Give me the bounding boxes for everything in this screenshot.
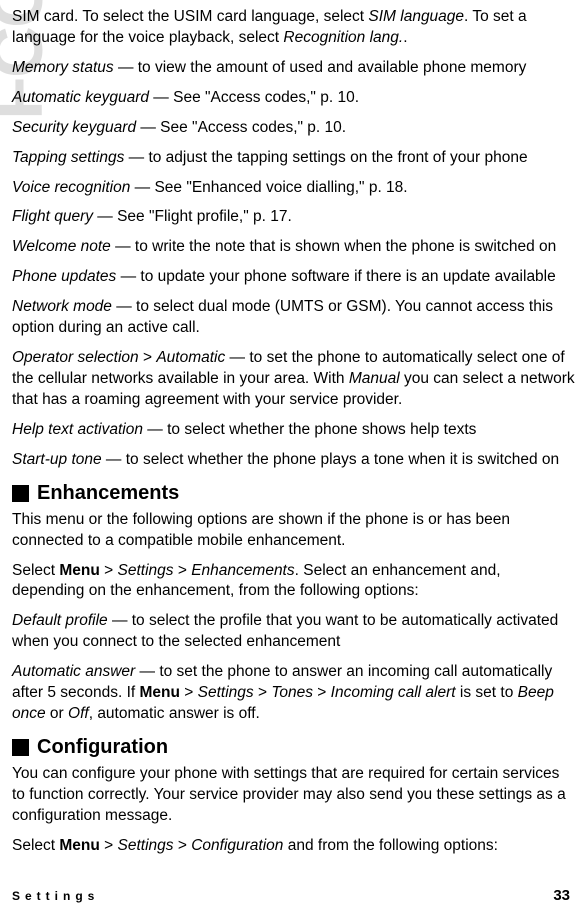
menu-path: Menu — [59, 837, 99, 854]
text: > — [254, 684, 272, 701]
square-marker-icon — [12, 485, 29, 502]
term: Security keyguard — [12, 119, 136, 136]
paragraph: This menu or the following options are s… — [12, 510, 576, 552]
text: > — [174, 562, 192, 579]
text: — See "Access codes," p. 10. — [136, 119, 346, 136]
section-heading-enhancements: Enhancements — [12, 480, 576, 507]
text: — See "Flight profile," p. 17. — [93, 208, 292, 225]
term: Manual — [349, 370, 400, 387]
text: — to write the note that is shown when t… — [111, 238, 556, 255]
term: Start-up tone — [12, 451, 102, 468]
paragraph: Tapping settings — to adjust the tapping… — [12, 148, 576, 169]
square-marker-icon — [12, 739, 29, 756]
text: > — [180, 684, 198, 701]
text: > — [174, 837, 192, 854]
page-footer: Settings 33 — [12, 886, 570, 906]
footer-section-label: Settings — [12, 888, 99, 904]
menu-path: Enhancements — [191, 562, 294, 579]
paragraph: You can configure your phone with settin… — [12, 764, 576, 827]
text: — See "Enhanced voice dialling," p. 18. — [130, 179, 407, 196]
text: — to select whether the phone plays a to… — [102, 451, 560, 468]
term: Welcome note — [12, 238, 111, 255]
paragraph: Select Menu > Settings > Enhancements. S… — [12, 561, 576, 603]
footer-page-number: 33 — [553, 886, 570, 906]
text: is set to — [456, 684, 518, 701]
text: — to select whether the phone shows help… — [143, 421, 476, 438]
paragraph: Operator selection > Automatic — to set … — [12, 348, 576, 411]
text: SIM card. To select the USIM card langua… — [12, 8, 368, 25]
text: > — [139, 349, 157, 366]
term: Network mode — [12, 298, 112, 315]
paragraph: Select Menu > Settings > Configuration a… — [12, 836, 576, 857]
paragraph: Help text activation — to select whether… — [12, 420, 576, 441]
paragraph: Start-up tone — to select whether the ph… — [12, 450, 576, 471]
term: Help text activation — [12, 421, 143, 438]
text: — to view the amount of used and availab… — [114, 59, 527, 76]
text: > — [100, 837, 118, 854]
paragraph: Welcome note — to write the note that is… — [12, 237, 576, 258]
paragraph: Voice recognition — See "Enhanced voice … — [12, 178, 576, 199]
paragraph: Default profile — to select the profile … — [12, 611, 576, 653]
menu-path: Incoming call alert — [331, 684, 456, 701]
text: Select — [12, 837, 59, 854]
section-heading-configuration: Configuration — [12, 734, 576, 761]
term: Automatic answer — [12, 663, 135, 680]
paragraph: Phone updates — to update your phone sof… — [12, 267, 576, 288]
text: . — [403, 29, 407, 46]
term: Off — [68, 705, 89, 722]
paragraph: Automatic keyguard — See "Access codes,"… — [12, 88, 576, 109]
heading-text: Enhancements — [37, 480, 179, 507]
menu-path: Configuration — [191, 837, 283, 854]
paragraph: Flight query — See "Flight profile," p. … — [12, 207, 576, 228]
term: SIM language — [368, 8, 464, 25]
menu-path: Settings — [198, 684, 254, 701]
page-content: SIM card. To select the USIM card langua… — [12, 7, 576, 857]
paragraph: SIM card. To select the USIM card langua… — [12, 7, 576, 49]
heading-text: Configuration — [37, 734, 168, 761]
term: Recognition lang. — [283, 29, 403, 46]
text: — to adjust the tapping settings on the … — [124, 149, 527, 166]
text: or — [46, 705, 68, 722]
paragraph: Memory status — to view the amount of us… — [12, 58, 576, 79]
text: — See "Access codes," p. 10. — [149, 89, 359, 106]
menu-path: Tones — [271, 684, 313, 701]
term: Phone updates — [12, 268, 116, 285]
term: Operator selection — [12, 349, 139, 366]
text: Select — [12, 562, 59, 579]
paragraph: Network mode — to select dual mode (UMTS… — [12, 297, 576, 339]
text: — to update your phone software if there… — [116, 268, 555, 285]
term: Automatic — [156, 349, 225, 366]
menu-path: Settings — [118, 837, 174, 854]
menu-path: Menu — [59, 562, 99, 579]
text: > — [100, 562, 118, 579]
term: Flight query — [12, 208, 93, 225]
term: Memory status — [12, 59, 114, 76]
term: Default profile — [12, 612, 108, 629]
text: and from the following options: — [283, 837, 498, 854]
text: , automatic answer is off. — [89, 705, 260, 722]
menu-path: Settings — [118, 562, 174, 579]
term: Tapping settings — [12, 149, 124, 166]
menu-path: Menu — [140, 684, 180, 701]
text: > — [313, 684, 331, 701]
term: Voice recognition — [12, 179, 130, 196]
paragraph: Security keyguard — See "Access codes," … — [12, 118, 576, 139]
paragraph: Automatic answer — to set the phone to a… — [12, 662, 576, 725]
term: Automatic keyguard — [12, 89, 149, 106]
